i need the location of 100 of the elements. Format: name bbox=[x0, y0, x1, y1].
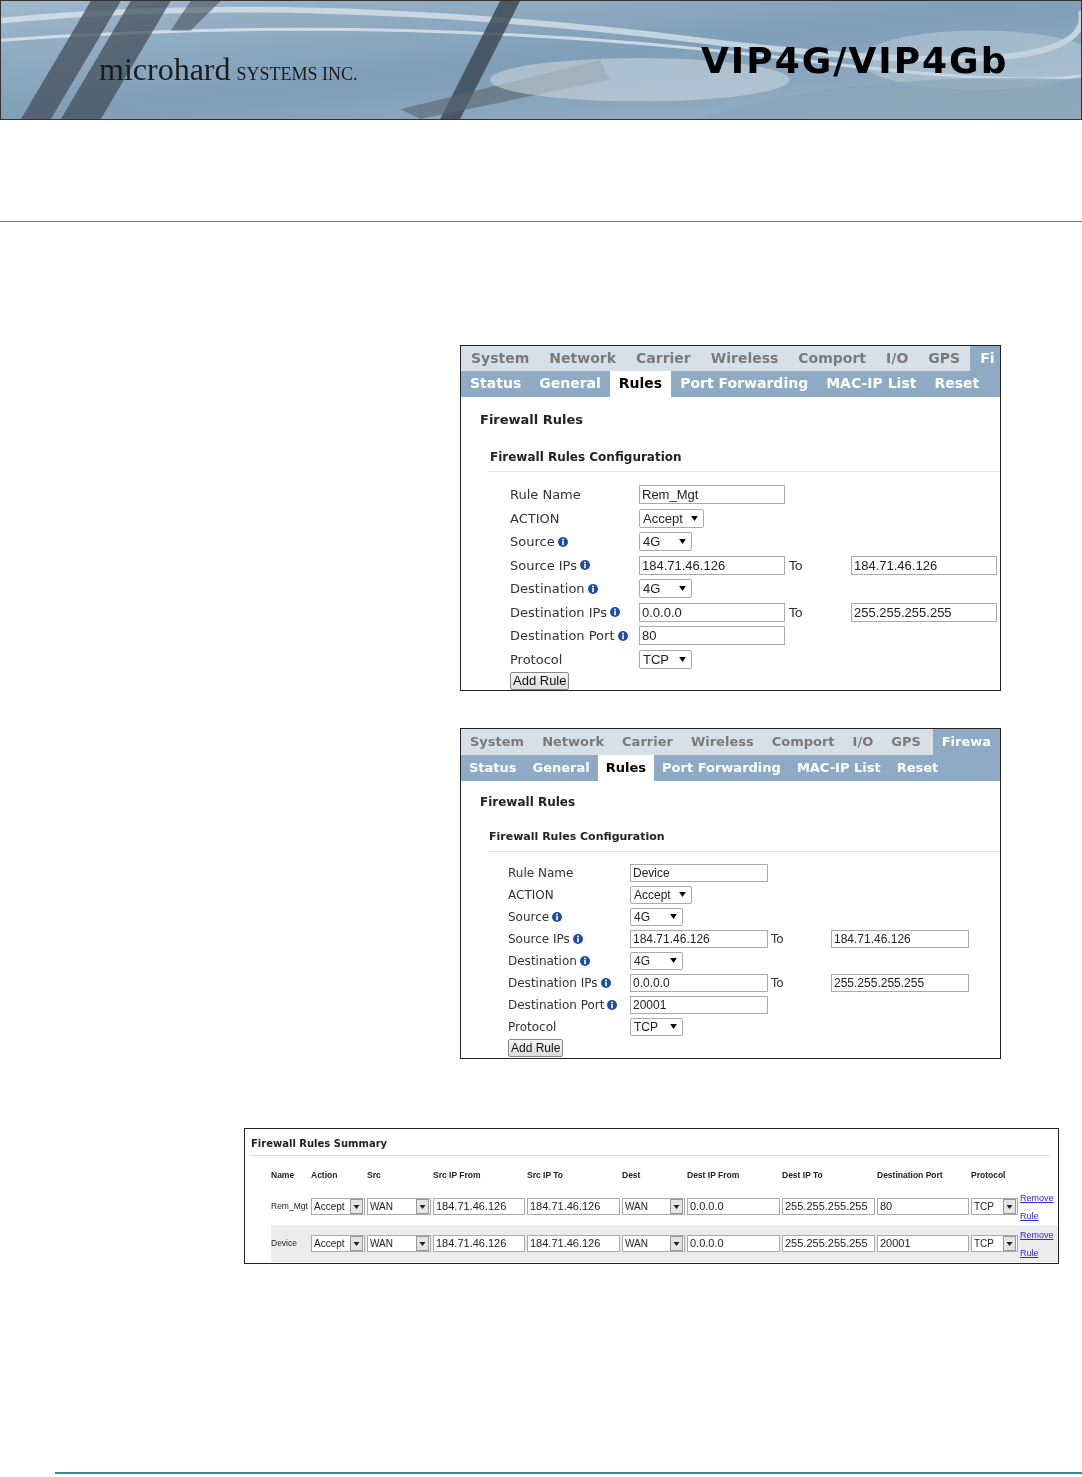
dropdown[interactable]: Accept bbox=[311, 1198, 365, 1215]
info-icon[interactable] bbox=[617, 630, 628, 641]
column-header: Protocol bbox=[971, 1168, 1007, 1182]
dropdown[interactable]: TCP bbox=[639, 649, 692, 669]
dropdown[interactable]: WAN bbox=[622, 1235, 685, 1252]
to-label: To bbox=[770, 930, 785, 948]
field-label: Source bbox=[508, 908, 550, 926]
input-field[interactable]: Rem_Mgt bbox=[639, 485, 785, 505]
dropdown[interactable]: WAN bbox=[367, 1198, 431, 1215]
caret-icon bbox=[679, 656, 686, 662]
field-label: Protocol bbox=[510, 650, 563, 669]
dropdown[interactable]: TCP bbox=[630, 1017, 683, 1036]
dropdown[interactable]: 4G bbox=[630, 907, 683, 926]
caret-icon bbox=[678, 892, 686, 897]
field-label: Protocol bbox=[508, 1018, 557, 1036]
caret-icon bbox=[679, 539, 686, 545]
input-field[interactable]: 0.0.0.0 bbox=[630, 973, 768, 992]
input-field[interactable]: 20001 bbox=[877, 1235, 969, 1252]
sub-tab[interactable]: Rules bbox=[597, 755, 655, 781]
sub-tab[interactable]: Rules bbox=[609, 371, 672, 397]
caret-icon bbox=[670, 958, 677, 963]
info-icon[interactable] bbox=[587, 583, 598, 594]
info-icon[interactable] bbox=[600, 977, 611, 988]
table-cell-text: Device bbox=[271, 1237, 298, 1250]
section-title: Firewall Rules Configuration bbox=[489, 829, 666, 845]
dropdown[interactable]: Accept bbox=[311, 1235, 365, 1252]
field-label: Destination IPs bbox=[508, 974, 598, 992]
input-field[interactable]: 184.71.46.126 bbox=[433, 1235, 525, 1252]
field-label: Rule Name bbox=[508, 864, 574, 882]
field-label: Source IPs bbox=[510, 556, 577, 575]
add-rule-button[interactable]: Add Rule bbox=[508, 1038, 564, 1057]
panel-title: Firewall Rules bbox=[480, 794, 577, 811]
section-title: Firewall Rules Configuration bbox=[490, 449, 683, 466]
summary-title: Firewall Rules Summary bbox=[251, 1137, 389, 1151]
dropdown[interactable]: 4G bbox=[630, 951, 683, 970]
column-header: Dest IP To bbox=[782, 1168, 824, 1182]
field-label: Destination bbox=[510, 580, 585, 598]
panel-title: Firewall Rules bbox=[480, 410, 585, 429]
dropdown[interactable]: Accept bbox=[630, 885, 692, 904]
logo-subtext: SYSTEMS INC. bbox=[236, 65, 358, 83]
field-label: Source IPs bbox=[508, 930, 570, 948]
field-label: Destination Port bbox=[508, 996, 605, 1014]
input-field[interactable]: 184.71.46.126 bbox=[527, 1235, 620, 1252]
info-icon[interactable] bbox=[557, 536, 568, 547]
dropdown[interactable]: WAN bbox=[622, 1198, 685, 1215]
field-label: Destination bbox=[508, 952, 577, 970]
input-field[interactable]: 0.0.0.0 bbox=[687, 1198, 780, 1215]
input-field[interactable]: 255.255.255.255 bbox=[851, 602, 997, 622]
to-label: To bbox=[788, 556, 804, 575]
input-field[interactable]: 184.71.46.126 bbox=[851, 555, 997, 575]
input-field[interactable]: 184.71.46.126 bbox=[639, 555, 785, 575]
input-field[interactable]: 20001 bbox=[630, 995, 768, 1014]
field-label: ACTION bbox=[510, 509, 560, 528]
dropdown[interactable]: Accept bbox=[639, 508, 704, 528]
input-field[interactable]: 255.255.255.255 bbox=[782, 1235, 875, 1252]
dropdown[interactable]: 4G bbox=[639, 579, 692, 599]
input-field[interactable]: 255.255.255.255 bbox=[831, 973, 969, 992]
input-field[interactable]: 80 bbox=[877, 1198, 969, 1215]
input-field[interactable]: 255.255.255.255 bbox=[782, 1198, 875, 1215]
column-header: Src IP From bbox=[433, 1168, 482, 1182]
input-field[interactable]: 184.71.46.126 bbox=[433, 1198, 525, 1215]
caret-icon bbox=[670, 914, 677, 919]
info-icon[interactable] bbox=[580, 560, 590, 571]
dropdown[interactable]: TCP bbox=[971, 1235, 1018, 1252]
column-header: Action bbox=[311, 1168, 339, 1182]
column-header: Destination Port bbox=[877, 1168, 944, 1182]
input-field[interactable]: 0.0.0.0 bbox=[687, 1235, 780, 1252]
info-icon[interactable] bbox=[607, 999, 618, 1010]
input-field[interactable]: Device bbox=[630, 863, 768, 882]
field-label: ACTION bbox=[508, 886, 554, 904]
info-icon[interactable] bbox=[552, 911, 563, 922]
column-header: Name bbox=[271, 1168, 296, 1182]
remove-rule-link[interactable]: Remove Rule bbox=[1020, 1225, 1054, 1262]
caret-icon bbox=[690, 515, 698, 521]
column-header: Src bbox=[367, 1168, 382, 1182]
input-field[interactable]: 184.71.46.126 bbox=[831, 929, 969, 948]
field-label: Destination IPs bbox=[510, 603, 607, 622]
info-icon[interactable] bbox=[572, 933, 583, 944]
field-label: Source bbox=[510, 533, 555, 551]
field-label: Rule Name bbox=[510, 486, 581, 504]
add-rule-button[interactable]: Add Rule bbox=[510, 672, 570, 690]
logo-text: microhard bbox=[99, 53, 231, 85]
dropdown[interactable]: 4G bbox=[639, 532, 692, 552]
info-icon[interactable] bbox=[579, 955, 590, 966]
dropdown[interactable]: TCP bbox=[971, 1198, 1018, 1215]
table-cell-text: Rem_Mgt bbox=[271, 1200, 309, 1213]
input-field[interactable]: 184.71.46.126 bbox=[630, 929, 768, 948]
input-field[interactable]: 80 bbox=[639, 626, 785, 646]
to-label: To bbox=[788, 603, 804, 622]
product-title: VIP4G/VIP4Gb bbox=[701, 43, 1009, 79]
remove-rule-link[interactable]: Remove Rule bbox=[1020, 1188, 1054, 1225]
column-header: Dest IP From bbox=[687, 1168, 741, 1182]
field-label: Destination Port bbox=[510, 627, 615, 645]
caret-icon bbox=[679, 586, 686, 592]
info-icon[interactable] bbox=[609, 607, 620, 618]
input-field[interactable]: 184.71.46.126 bbox=[527, 1198, 620, 1215]
to-label: To bbox=[770, 974, 785, 992]
dropdown[interactable]: WAN bbox=[367, 1235, 431, 1252]
caret-icon bbox=[670, 1024, 677, 1029]
input-field[interactable]: 0.0.0.0 bbox=[639, 602, 785, 622]
